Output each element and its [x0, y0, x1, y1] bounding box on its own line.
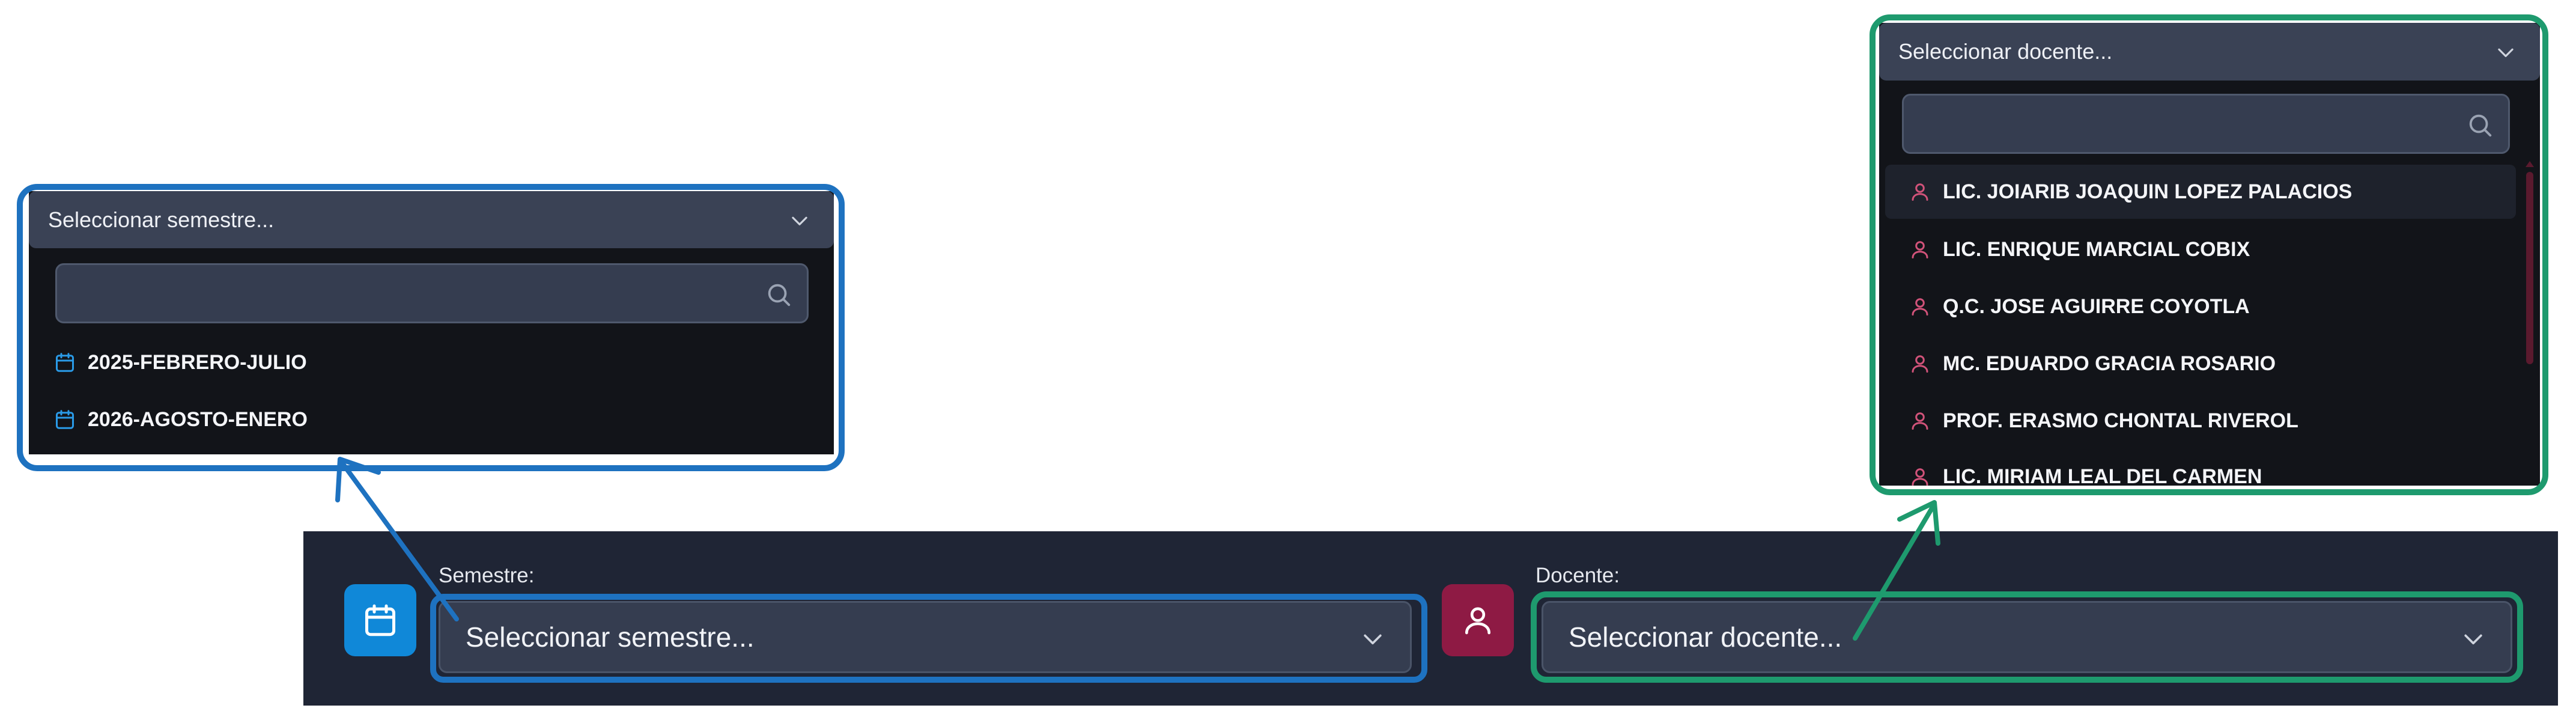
- semestre-select[interactable]: Seleccionar semestre...: [439, 601, 1412, 673]
- semestre-select-placeholder: Seleccionar semestre...: [466, 621, 755, 653]
- calendar-icon: [344, 584, 416, 656]
- search-icon: [768, 284, 791, 307]
- docente-option-label: LIC. MIRIAM LEAL DEL CARMEN: [1943, 465, 2262, 486]
- chevron-down-icon: [2464, 634, 2482, 645]
- semestre-option[interactable]: 2025-FEBRERO-JULIO: [29, 335, 834, 389]
- user-icon: [1912, 412, 1928, 430]
- user-icon: [1912, 355, 1928, 373]
- semestre-dropdown-header[interactable]: Seleccionar semestre...: [29, 191, 834, 248]
- user-icon: [1912, 241, 1928, 258]
- semestre-option-label: 2025-FEBRERO-JULIO: [88, 350, 307, 374]
- docente-option-label: LIC. JOIARIB JOAQUIN LOPEZ PALACIOS: [1943, 180, 2353, 203]
- docente-option-label: MC. EDUARDO GRACIA ROSARIO: [1943, 352, 2276, 375]
- semestre-dropdown-header-text: Seleccionar semestre...: [48, 207, 275, 232]
- docente-select[interactable]: Seleccionar docente...: [1542, 601, 2512, 673]
- calendar-icon: [56, 353, 74, 372]
- semestre-option-label: 2026-AGOSTO-ENERO: [88, 407, 308, 431]
- docente-option-label: PROF. ERASMO CHONTAL RIVEROL: [1943, 409, 2298, 432]
- docente-dropdown-header[interactable]: Seleccionar docente...: [1879, 23, 2540, 81]
- semestre-option[interactable]: 2026-AGOSTO-ENERO: [29, 392, 834, 447]
- user-icon: [1442, 584, 1514, 656]
- docente-option[interactable]: Q.C. JOSE AGUIRRE COYOTLA: [1885, 279, 2516, 334]
- calendar-icon: [56, 410, 74, 429]
- docente-scrollbar[interactable]: [2526, 172, 2533, 364]
- semestre-label: Semestre:: [439, 564, 535, 587]
- docente-option[interactable]: LIC. JOIARIB JOAQUIN LOPEZ PALACIOS: [1885, 165, 2516, 219]
- semestre-search-input[interactable]: [55, 263, 809, 323]
- search-icon: [2469, 114, 2492, 137]
- docente-option[interactable]: PROF. ERASMO CHONTAL RIVEROL: [1885, 394, 2516, 448]
- chevron-down-icon: [2498, 48, 2514, 57]
- user-icon: [1912, 298, 1928, 316]
- docente-select-placeholder: Seleccionar docente...: [1569, 621, 1842, 653]
- user-icon: [1912, 183, 1928, 201]
- docente-option[interactable]: LIC. MIRIAM LEAL DEL CARMEN: [1885, 450, 2516, 486]
- docente-option-label: Q.C. JOSE AGUIRRE COYOTLA: [1943, 294, 2250, 318]
- chevron-down-icon: [1364, 634, 1382, 645]
- user-icon: [1912, 468, 1928, 486]
- semestre-dropdown: Seleccionar semestre... 2025-FEBRERO-JUL…: [29, 191, 834, 454]
- scroll-up-icon[interactable]: [2524, 160, 2535, 168]
- docente-dropdown-header-text: Seleccionar docente...: [1898, 39, 2113, 64]
- docente-option[interactable]: MC. EDUARDO GRACIA ROSARIO: [1885, 337, 2516, 391]
- chevron-down-icon: [792, 216, 807, 225]
- docente-search-input[interactable]: [1902, 94, 2510, 154]
- docente-dropdown: Seleccionar docente... LIC. JOIARIB JOAQ…: [1879, 23, 2540, 486]
- docente-label: Docente:: [1536, 564, 1620, 587]
- docente-option-label: LIC. ENRIQUE MARCIAL COBIX: [1943, 237, 2250, 261]
- docente-option[interactable]: LIC. ENRIQUE MARCIAL COBIX: [1885, 222, 2516, 276]
